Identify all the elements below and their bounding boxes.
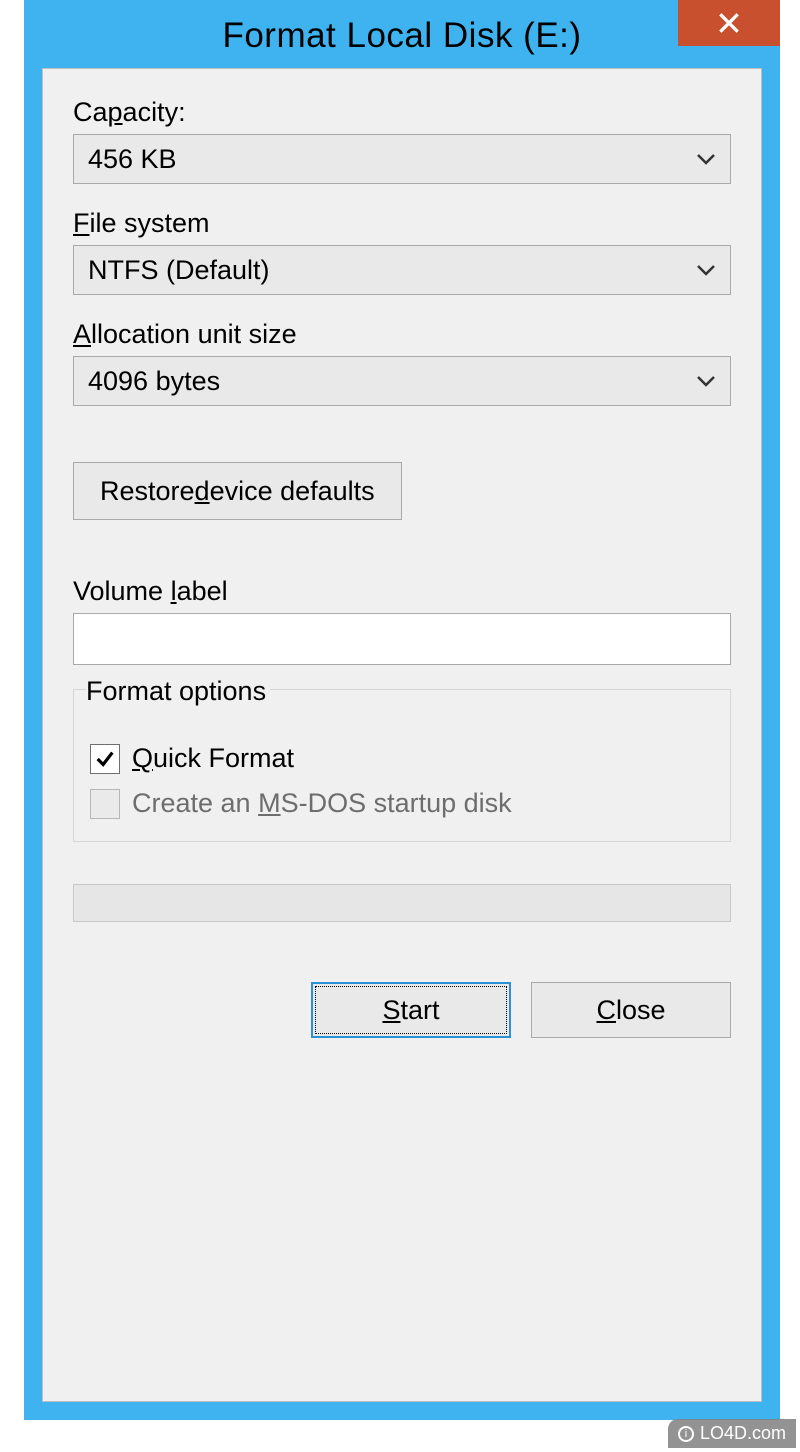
chevron-down-icon — [696, 368, 716, 394]
quick-format-label: Quick Format — [132, 743, 294, 774]
allocation-combobox[interactable]: 4096 bytes — [73, 356, 731, 406]
msdos-label: Create an MS-DOS startup disk — [132, 788, 512, 819]
close-icon — [716, 10, 742, 36]
volume-label-input[interactable] — [73, 613, 731, 665]
filesystem-combobox[interactable]: NTFS (Default) — [73, 245, 731, 295]
volume-label-label: Volume label — [73, 576, 731, 607]
close-button[interactable]: Close — [531, 982, 731, 1038]
window-title: Format Local Disk (E:) — [42, 16, 762, 56]
titlebar: Format Local Disk (E:) — [42, 4, 762, 68]
check-icon — [94, 748, 116, 770]
dialog-body: Capacity: 456 KB File system NTFS (Defau… — [42, 68, 762, 1402]
allocation-label: Allocation unit size — [73, 319, 731, 350]
capacity-combobox[interactable]: 456 KB — [73, 134, 731, 184]
chevron-down-icon — [696, 257, 716, 283]
allocation-value: 4096 bytes — [88, 366, 220, 397]
format-options-group: Format options Quick Format Create an MS… — [73, 689, 731, 842]
capacity-label: Capacity: — [73, 97, 731, 128]
msdos-row: Create an MS-DOS startup disk — [90, 788, 714, 819]
close-window-button[interactable] — [678, 0, 780, 46]
capacity-value: 456 KB — [88, 144, 177, 175]
quick-format-checkbox[interactable] — [90, 744, 120, 774]
watermark: i LO4D.com — [668, 1419, 796, 1448]
restore-defaults-button[interactable]: Restore device defaults — [73, 462, 402, 520]
filesystem-value: NTFS (Default) — [88, 255, 270, 286]
filesystem-label: File system — [73, 208, 731, 239]
quick-format-row: Quick Format — [90, 743, 714, 774]
msdos-checkbox — [90, 789, 120, 819]
start-button[interactable]: Start — [311, 982, 511, 1038]
dialog-buttons: Start Close — [73, 982, 731, 1038]
chevron-down-icon — [696, 146, 716, 172]
format-options-legend: Format options — [86, 676, 270, 707]
format-dialog-window: Format Local Disk (E:) Capacity: 456 KB … — [24, 0, 780, 1420]
progress-bar — [73, 884, 731, 922]
info-icon: i — [678, 1426, 694, 1442]
